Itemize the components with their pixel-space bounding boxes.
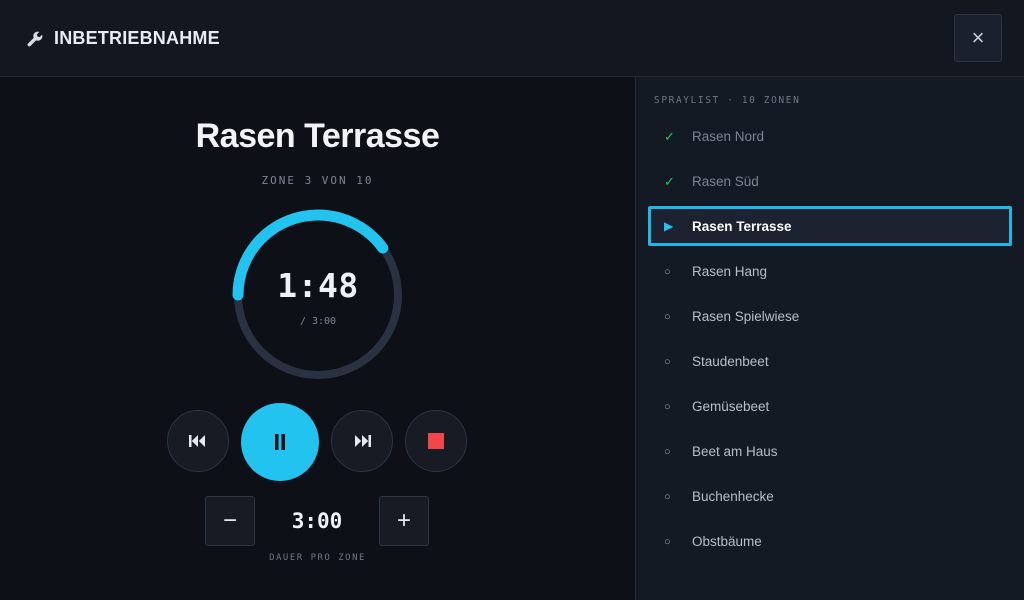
zone-label: Rasen Nord: [692, 129, 765, 144]
zone-item-rasen-terrasse[interactable]: ▶ Rasen Terrasse: [648, 206, 1012, 246]
total-time: / 3:00: [299, 316, 337, 327]
plus-icon: +: [396, 507, 411, 534]
circle-icon: ○: [664, 310, 671, 323]
zone-label: Staudenbeet: [692, 354, 769, 369]
remaining-time: 1:48: [277, 266, 359, 305]
zone-item-rasen-hang[interactable]: ○ Rasen Hang: [648, 249, 1012, 294]
close-button[interactable]: ×: [954, 14, 1002, 62]
stop-button[interactable]: [405, 410, 467, 472]
check-icon: ✓: [664, 173, 675, 189]
zone-label: Buchenhecke: [692, 489, 774, 504]
zone-item-rasen-spielwiese[interactable]: ○ Rasen Spielwiese: [648, 294, 1012, 339]
spraylist-panel: SPRAYLIST · 10 ZONEN ✓ Rasen Nord ✓ Rase…: [636, 77, 1024, 600]
zone-label: Rasen Terrasse: [692, 218, 792, 234]
previous-button[interactable]: [167, 410, 229, 472]
minus-icon: −: [222, 507, 237, 534]
zone-label: Rasen Hang: [692, 264, 768, 279]
stop-icon: [428, 433, 444, 449]
page-title: INBETRIEBNAHME: [54, 28, 220, 48]
spraylist-header: SPRAYLIST · 10 ZONEN: [654, 95, 801, 106]
zone-label: Obstbäume: [692, 534, 762, 549]
circle-icon: ○: [664, 400, 671, 413]
header-title-group: INBETRIEBNAHME: [26, 28, 220, 49]
zone-item-staudenbeet[interactable]: ○ Staudenbeet: [648, 339, 1012, 384]
check-icon: ✓: [664, 128, 675, 144]
circle-icon: ○: [664, 535, 671, 548]
player-panel: Rasen Terrasse ZONE 3 VON 10 1:48 / 3:00: [0, 77, 635, 600]
zone-label: Rasen Süd: [692, 174, 759, 189]
duration-value: 3:00: [291, 509, 343, 533]
header-bar: INBETRIEBNAHME ×: [0, 0, 1024, 77]
zone-label: Beet am Haus: [692, 444, 778, 459]
zone-list: ✓ Rasen Nord ✓ Rasen Süd ▶ Rasen Terrass…: [648, 114, 1012, 564]
close-icon: ×: [971, 25, 985, 50]
circle-icon: ○: [664, 490, 671, 503]
zone-label: Gemüsebeet: [692, 399, 770, 414]
current-zone-title: Rasen Terrasse: [195, 117, 440, 155]
progress-ring: 1:48 / 3:00: [227, 204, 409, 386]
increase-duration-button[interactable]: +: [379, 496, 429, 546]
pause-button[interactable]: [241, 403, 319, 481]
zone-label: Rasen Spielwiese: [692, 309, 800, 324]
zone-item-buchenhecke[interactable]: ○ Buchenhecke: [648, 474, 1012, 519]
play-icon: ▶: [664, 219, 674, 233]
circle-icon: ○: [664, 445, 671, 458]
zone-item-gemuesebeet[interactable]: ○ Gemüsebeet: [648, 384, 1012, 429]
skip-previous-icon: [189, 435, 205, 447]
pause-icon: [275, 434, 285, 450]
zone-item-rasen-sued[interactable]: ✓ Rasen Süd: [648, 159, 1012, 204]
zone-item-obstbaeume[interactable]: ○ Obstbäume: [648, 519, 1012, 564]
skip-next-icon: [355, 435, 371, 447]
circle-icon: ○: [664, 355, 671, 368]
zone-position: ZONE 3 VON 10: [261, 174, 374, 187]
duration-caption: DAUER PRO ZONE: [269, 553, 366, 563]
zone-item-rasen-nord[interactable]: ✓ Rasen Nord: [648, 114, 1012, 159]
next-button[interactable]: [331, 410, 393, 472]
decrease-duration-button[interactable]: −: [205, 496, 255, 546]
zone-item-beet-am-haus[interactable]: ○ Beet am Haus: [648, 429, 1012, 474]
wrench-icon: [27, 31, 43, 46]
circle-icon: ○: [664, 265, 671, 278]
